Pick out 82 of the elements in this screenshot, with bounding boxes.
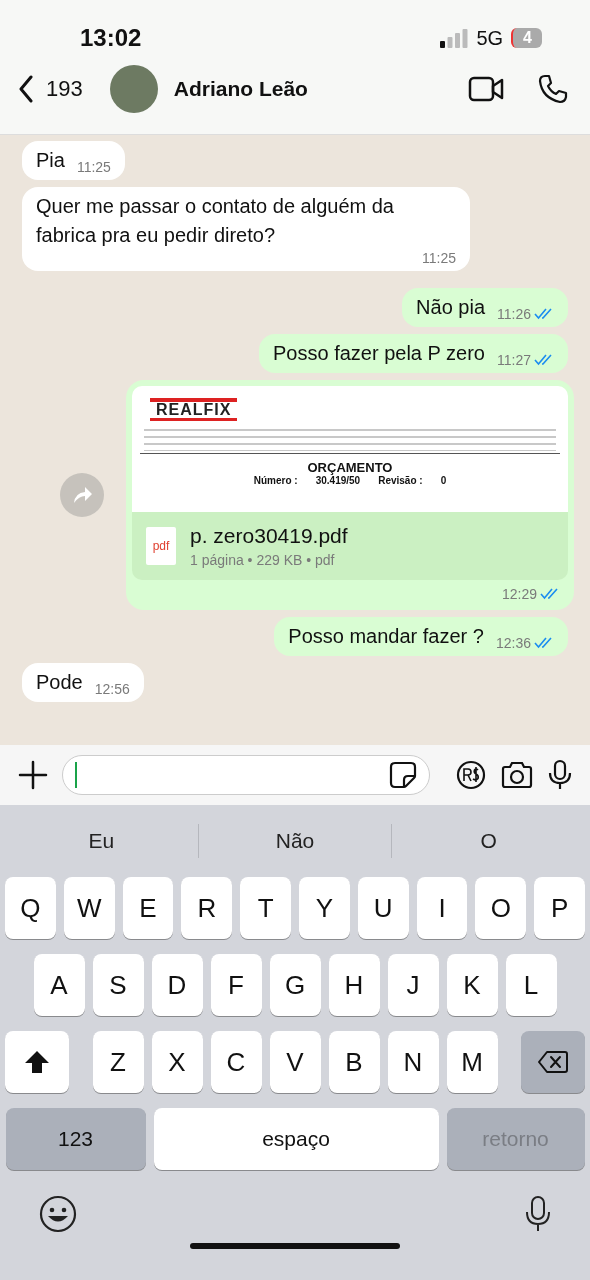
message-time: 11:26 bbox=[497, 306, 531, 322]
message-time: 11:25 bbox=[76, 159, 111, 175]
message-time: 11:25 bbox=[422, 250, 456, 266]
message-text: Quer me passar o contato de alguém da fabrica pra eu pedir direto? bbox=[36, 194, 395, 248]
video-call-icon[interactable] bbox=[468, 76, 504, 102]
company-logo: REALFIX bbox=[150, 398, 238, 421]
file-meta: 1 página • 229 KB • pdf bbox=[190, 552, 336, 568]
word-suggestion[interactable]: Não bbox=[198, 828, 392, 854]
word-suggestion[interactable]: Eu bbox=[5, 828, 198, 854]
letter-key[interactable]: O bbox=[475, 877, 527, 939]
avatar[interactable] bbox=[109, 65, 158, 113]
word-suggestion[interactable]: O bbox=[392, 828, 585, 854]
letter-key[interactable]: F bbox=[210, 954, 262, 1016]
message-bubble[interactable]: Quer me passar o contato de alguém da fabrica pra eu pedir direto? 11:25 bbox=[22, 187, 470, 271]
numbers-key[interactable]: 123 bbox=[5, 1108, 146, 1170]
back-button[interactable]: 193 bbox=[18, 75, 83, 103]
space-key[interactable]: espaço bbox=[153, 1108, 439, 1170]
camera-icon[interactable] bbox=[500, 761, 534, 789]
document-field: Número : bbox=[253, 475, 298, 486]
file-name: p. zero30419.pdf bbox=[190, 524, 348, 548]
letter-key[interactable]: W bbox=[63, 877, 115, 939]
emoji-icon[interactable] bbox=[39, 1195, 77, 1233]
network-label: 5G bbox=[476, 26, 504, 50]
letter-key[interactable]: Z bbox=[92, 1031, 144, 1093]
letter-key[interactable]: P bbox=[534, 877, 585, 939]
message-text: Pia bbox=[36, 148, 65, 173]
letter-key[interactable]: Q bbox=[5, 877, 56, 939]
pdf-file-icon: pdf bbox=[146, 527, 176, 565]
message-time: 11:27 bbox=[497, 352, 531, 368]
status-time: 13:02 bbox=[80, 24, 142, 52]
message-bubble[interactable]: Pode 12:56 bbox=[22, 663, 144, 702]
letter-key[interactable]: S bbox=[92, 954, 144, 1016]
contact-name[interactable]: Adriano Leão bbox=[173, 77, 434, 101]
shift-key[interactable] bbox=[5, 1031, 69, 1093]
letter-key[interactable]: X bbox=[151, 1031, 203, 1093]
letter-key[interactable]: B bbox=[328, 1031, 380, 1093]
plus-icon[interactable] bbox=[18, 760, 48, 790]
letter-key[interactable]: M bbox=[446, 1031, 498, 1093]
letter-key[interactable]: L bbox=[505, 954, 557, 1016]
microphone-icon[interactable] bbox=[548, 759, 572, 791]
letter-key[interactable]: I bbox=[416, 877, 468, 939]
message-text: Não pia bbox=[416, 295, 485, 320]
letter-key[interactable]: V bbox=[269, 1031, 321, 1093]
letter-key[interactable]: K bbox=[446, 954, 498, 1016]
shift-arrow-icon bbox=[24, 1050, 50, 1074]
letter-key[interactable]: A bbox=[33, 954, 85, 1016]
letter-key[interactable]: J bbox=[387, 954, 439, 1016]
phone-icon[interactable] bbox=[538, 74, 568, 104]
letter-key[interactable]: T bbox=[240, 877, 291, 939]
message-bubble[interactable]: Não pia 11:26 bbox=[402, 288, 568, 327]
message-time: 12:56 bbox=[94, 681, 130, 697]
back-chevron-icon bbox=[18, 75, 34, 103]
message-bubble[interactable]: Posso fazer pela P zero 11:27 bbox=[259, 334, 568, 373]
message-text: Posso fazer pela P zero bbox=[273, 341, 485, 366]
payment-icon[interactable] bbox=[456, 760, 486, 790]
message-text: Pode bbox=[36, 670, 83, 695]
document-field: 0 bbox=[440, 475, 447, 486]
letter-key[interactable]: D bbox=[151, 954, 203, 1016]
letter-key[interactable]: N bbox=[387, 1031, 439, 1093]
dictation-microphone-icon[interactable] bbox=[525, 1195, 551, 1233]
message-input-field[interactable] bbox=[62, 755, 430, 795]
message-time: 12:36 bbox=[495, 635, 531, 651]
message-time: 12:29 bbox=[501, 586, 537, 602]
document-field: 30.419/50 bbox=[315, 475, 361, 486]
letter-key[interactable]: R bbox=[181, 877, 233, 939]
letter-key[interactable]: G bbox=[269, 954, 321, 1016]
message-text: Posso mandar fazer ? bbox=[288, 624, 484, 649]
backspace-icon bbox=[537, 1050, 569, 1074]
document-title: ORÇAMENTO bbox=[306, 460, 394, 475]
letter-key[interactable]: E bbox=[122, 877, 174, 939]
signal-icon bbox=[440, 28, 469, 48]
sticker-icon[interactable] bbox=[389, 761, 417, 789]
message-bubble[interactable]: Pia 11:25 bbox=[22, 141, 125, 180]
letter-key[interactable]: C bbox=[210, 1031, 262, 1093]
letter-key[interactable]: U bbox=[357, 877, 409, 939]
battery-level: 4 bbox=[511, 28, 542, 48]
document-message[interactable]: REALFIX ORÇAMENTO Número : 30.419/50 Revisão : 0 pdf p. zero30419.pdf 1 página • 229 KB • pdf 12:29 bbox=[126, 380, 574, 610]
backspace-key[interactable] bbox=[521, 1031, 585, 1093]
letter-key[interactable]: H bbox=[328, 954, 380, 1016]
message-bubble[interactable]: Posso mandar fazer ? 12:36 bbox=[274, 617, 568, 656]
letter-key[interactable]: Y bbox=[299, 877, 350, 939]
document-field: Revisão : bbox=[378, 475, 423, 486]
